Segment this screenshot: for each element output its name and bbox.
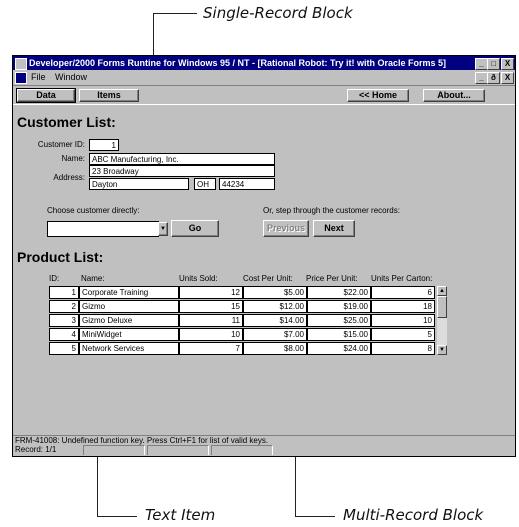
status-cell xyxy=(211,445,273,455)
close-icon[interactable]: X xyxy=(501,58,514,70)
callout-tick-multi xyxy=(295,516,335,517)
product-cost[interactable]: $5.00 xyxy=(243,286,307,299)
status-cell xyxy=(83,445,145,455)
product-price[interactable]: $22.00 xyxy=(307,286,371,299)
customer-zip-field[interactable]: 44234 xyxy=(219,178,275,190)
window-title: Developer/2000 Forms Runtine for Windows… xyxy=(29,58,446,68)
product-name[interactable]: MiniWidget xyxy=(79,328,179,341)
status-cell xyxy=(147,445,209,455)
product-price[interactable]: $25.00 xyxy=(307,314,371,327)
scroll-up-icon[interactable]: ▲ xyxy=(437,286,447,296)
product-name[interactable]: Gizmo xyxy=(79,300,179,313)
toolbar: Data Items << Home About... xyxy=(13,85,515,105)
menu-window[interactable]: Window xyxy=(55,70,87,84)
doc-restore-icon[interactable]: ð xyxy=(487,72,500,84)
customer-city-field[interactable]: Dayton xyxy=(89,178,189,190)
customer-name-field[interactable]: ABC Manufacturing, Inc. xyxy=(89,153,275,165)
product-id[interactable]: 3 xyxy=(49,314,79,327)
product-cost[interactable]: $12.00 xyxy=(243,300,307,313)
col-header-cost: Cost Per Unit: xyxy=(243,274,293,283)
product-scrollbar[interactable]: ▲ ▼ xyxy=(437,286,447,355)
home-button[interactable]: << Home xyxy=(347,89,409,102)
customer-id-label: Customer ID: xyxy=(37,140,85,149)
customer-address-field[interactable]: 23 Broadway xyxy=(89,165,275,177)
product-carton[interactable]: 10 xyxy=(371,314,435,327)
product-name[interactable]: Corporate Training xyxy=(79,286,179,299)
product-carton[interactable]: 6 xyxy=(371,286,435,299)
product-units-sold[interactable]: 10 xyxy=(179,328,243,341)
callout-multi-record-block: Multi-Record Block xyxy=(343,506,484,524)
about-button[interactable]: About... xyxy=(423,89,485,102)
choose-customer-label: Choose customer directly: xyxy=(47,206,140,215)
previous-button[interactable]: Previous xyxy=(263,220,309,237)
product-price[interactable]: $24.00 xyxy=(307,342,371,355)
callout-single-record-block: Single-Record Block xyxy=(203,4,353,22)
maximize-icon[interactable]: □ xyxy=(487,58,500,70)
product-units-sold[interactable]: 7 xyxy=(179,342,243,355)
menu-file[interactable]: File xyxy=(31,70,46,84)
col-header-carton: Units Per Carton: xyxy=(371,274,433,283)
product-name[interactable]: Gizmo Deluxe xyxy=(79,314,179,327)
step-through-label: Or, step through the customer records: xyxy=(263,206,400,215)
callout-tick-single xyxy=(153,13,197,14)
product-price[interactable]: $19.00 xyxy=(307,300,371,313)
items-button[interactable]: Items xyxy=(79,89,139,102)
app-icon[interactable] xyxy=(15,58,27,70)
scroll-thumb[interactable] xyxy=(437,296,447,318)
col-header-name: Name: xyxy=(81,274,105,283)
col-header-units-sold: Units Sold: xyxy=(179,274,218,283)
callout-tick-text xyxy=(97,516,137,517)
product-units-sold[interactable]: 15 xyxy=(179,300,243,313)
product-cost[interactable]: $8.00 xyxy=(243,342,307,355)
go-button[interactable]: Go xyxy=(171,220,219,237)
customer-address-label: Address: xyxy=(53,173,85,182)
callout-text-item: Text Item xyxy=(145,506,216,524)
product-name[interactable]: Network Services xyxy=(79,342,179,355)
product-carton[interactable]: 5 xyxy=(371,328,435,341)
product-units-sold[interactable]: 12 xyxy=(179,286,243,299)
status-record-text: Record: 1/1 xyxy=(15,445,57,454)
product-units-sold[interactable]: 11 xyxy=(179,314,243,327)
doc-icon[interactable] xyxy=(15,72,27,84)
product-cost[interactable]: $14.00 xyxy=(243,314,307,327)
doc-close-icon[interactable]: X xyxy=(501,72,514,84)
product-price[interactable]: $15.00 xyxy=(307,328,371,341)
col-header-price: Price Per Unit: xyxy=(306,274,358,283)
product-id[interactable]: 1 xyxy=(49,286,79,299)
status-record-bar: Record: 1/1 xyxy=(13,445,515,455)
status-message-text: FRM-41008: Undefined function key. Press… xyxy=(15,436,269,445)
customer-select[interactable] xyxy=(47,221,159,237)
title-bar[interactable]: Developer/2000 Forms Runtine for Windows… xyxy=(13,56,515,70)
customer-section-title: Customer List: xyxy=(17,114,116,130)
col-header-id: ID: xyxy=(49,274,60,283)
forms-window: Developer/2000 Forms Runtine for Windows… xyxy=(12,55,516,457)
data-button[interactable]: Data xyxy=(16,88,76,103)
product-id[interactable]: 5 xyxy=(49,342,79,355)
customer-name-label: Name: xyxy=(61,154,85,163)
product-id[interactable]: 4 xyxy=(49,328,79,341)
chevron-down-icon[interactable]: ▼ xyxy=(158,222,168,236)
product-id[interactable]: 2 xyxy=(49,300,79,313)
menu-bar: File Window _ ð X xyxy=(13,70,515,84)
product-carton[interactable]: 18 xyxy=(371,300,435,313)
customer-state-field[interactable]: OH xyxy=(194,178,216,190)
next-button[interactable]: Next xyxy=(313,220,355,237)
product-carton[interactable]: 8 xyxy=(371,342,435,355)
product-section-title: Product List: xyxy=(17,249,104,265)
scroll-down-icon[interactable]: ▼ xyxy=(437,345,447,355)
customer-id-field[interactable]: 1 xyxy=(89,139,119,151)
product-cost[interactable]: $7.00 xyxy=(243,328,307,341)
